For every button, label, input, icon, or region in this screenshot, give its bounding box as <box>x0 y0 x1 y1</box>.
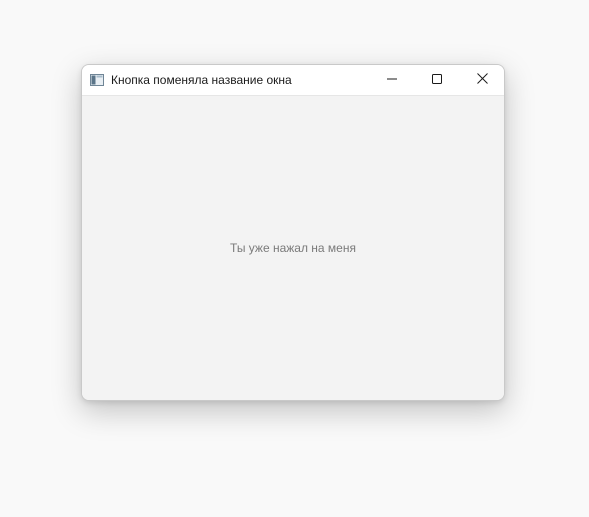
minimize-icon <box>386 71 397 89</box>
maximize-icon <box>431 71 442 89</box>
window-client-area: Ты уже нажал на меня <box>82 96 504 400</box>
minimize-button[interactable] <box>369 65 414 95</box>
close-button[interactable] <box>460 65 504 95</box>
app-window: Кнопка поменяла название окна Ты уже наж… <box>81 64 505 401</box>
window-titlebar[interactable]: Кнопка поменяла название окна <box>82 65 504 96</box>
push-button-label: Ты уже нажал на меня <box>230 241 356 255</box>
main-push-button[interactable]: Ты уже нажал на меня <box>82 96 504 400</box>
close-icon <box>477 71 488 89</box>
maximize-button[interactable] <box>414 65 459 95</box>
window-app-icon[interactable] <box>90 73 104 86</box>
window-title: Кнопка поменяла название окна <box>111 73 292 87</box>
